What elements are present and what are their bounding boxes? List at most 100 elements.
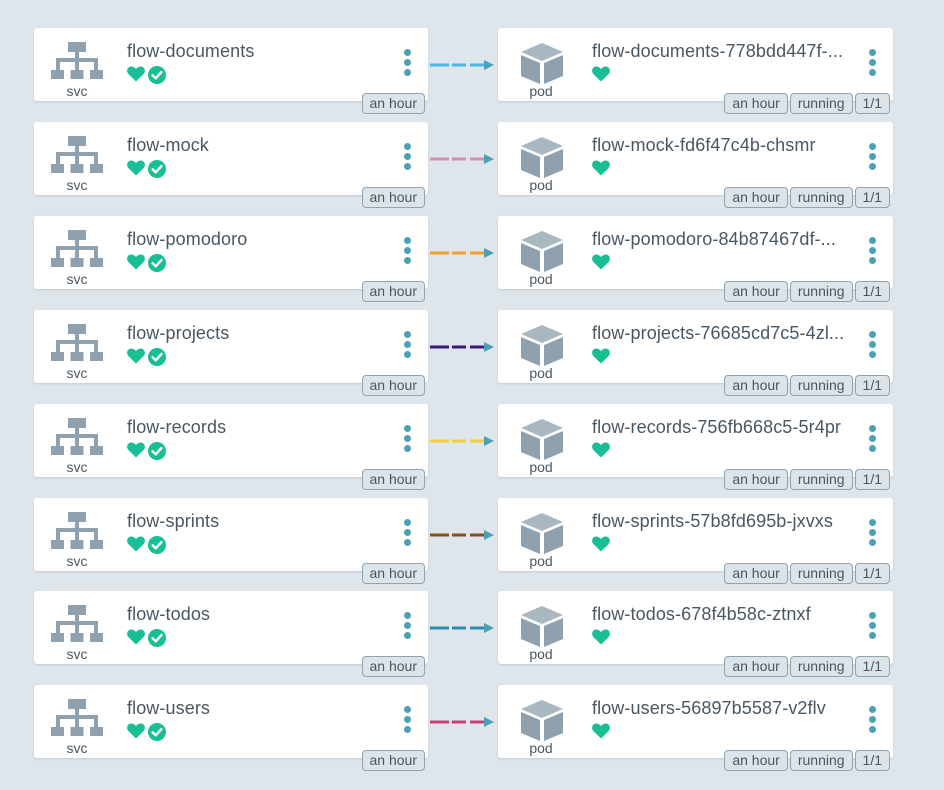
service-icon	[51, 229, 103, 270]
check-circle-icon	[148, 441, 166, 460]
service-node-flow-sprints[interactable]: svc flow-sprints an hour	[34, 497, 428, 584]
node-title: flow-records	[127, 416, 227, 437]
status-icons	[592, 442, 610, 460]
kebab-menu-icon[interactable]	[867, 518, 877, 549]
status-icons	[127, 629, 166, 648]
ready-count-badge: 1/1	[854, 374, 890, 396]
service-icon	[51, 42, 103, 82]
age-badge: an hour	[724, 750, 788, 772]
node-title: flow-sprints-57b8fd695b-jxvxs	[592, 510, 834, 531]
node-kind-label: svc	[66, 552, 88, 569]
node-tags: an hour running 1/1	[724, 374, 890, 396]
kebab-menu-icon[interactable]	[867, 49, 877, 79]
kebab-menu-icon[interactable]	[867, 330, 877, 361]
pod-node-flow-pomodoro[interactable]: pod flow-pomodoro-84b87467df-... an hour ru…	[498, 215, 893, 302]
tree-row: svc flow-projects an hour pod flow-projects…	[0, 309, 944, 396]
tree-row: svc flow-documents an hour pod flow-documen…	[0, 28, 944, 114]
pod-cube-icon	[518, 417, 566, 461]
kebab-menu-icon[interactable]	[402, 142, 412, 173]
check-circle-icon	[148, 347, 166, 366]
age-badge: an hour	[361, 468, 425, 490]
kebab-menu-icon[interactable]	[402, 330, 412, 361]
check-circle-icon	[148, 253, 166, 272]
kebab-menu-icon[interactable]	[402, 706, 412, 736]
node-kind-label: pod	[529, 83, 553, 99]
ready-count-badge: 1/1	[854, 656, 890, 678]
pod-node-flow-sprints[interactable]: pod flow-sprints-57b8fd695b-jxvxs an hour r…	[498, 497, 893, 584]
node-title: flow-documents	[127, 41, 255, 61]
heart-icon	[127, 442, 145, 460]
node-tags: an hour running 1/1	[724, 468, 890, 490]
node-kind-label: svc	[66, 270, 88, 287]
node-kind-label: pod	[529, 458, 553, 475]
node-tags: an hour running 1/1	[724, 186, 890, 208]
status-icons	[127, 535, 166, 554]
age-badge: an hour	[361, 562, 425, 584]
heart-icon	[127, 66, 145, 84]
ready-count-badge: 1/1	[854, 280, 890, 302]
age-badge: an hour	[724, 280, 788, 302]
tree-row: svc flow-mock an hour pod flow-mock-fd6f47c…	[0, 121, 944, 208]
node-kind-label: pod	[529, 646, 553, 663]
node-tags: an hour running 1/1	[724, 280, 890, 302]
kebab-menu-icon[interactable]	[867, 424, 877, 455]
node-tags: an hour	[361, 280, 425, 302]
kebab-menu-icon[interactable]	[402, 518, 412, 549]
pod-node-flow-users[interactable]: pod flow-users-56897b5587-v2flv an hour run…	[498, 685, 893, 772]
kebab-menu-icon[interactable]	[867, 142, 877, 173]
status-icons	[127, 441, 166, 460]
check-circle-icon	[148, 629, 166, 648]
node-title: flow-projects	[127, 322, 230, 343]
pod-cube-icon	[518, 604, 566, 648]
pod-node-flow-mock[interactable]: pod flow-mock-fd6f47c4b-chsmr an hour runni…	[498, 121, 893, 208]
phase-badge: running	[789, 656, 853, 678]
heart-icon	[127, 348, 145, 366]
service-node-flow-users[interactable]: svc flow-users an hour	[34, 685, 428, 772]
heart-icon	[592, 629, 610, 647]
pod-node-flow-projects[interactable]: pod flow-projects-76685cd7c5-4zl... an hou…	[498, 309, 893, 396]
kebab-menu-icon[interactable]	[402, 612, 412, 642]
heart-icon	[592, 254, 610, 272]
check-circle-icon	[148, 159, 166, 178]
node-kind-label: svc	[66, 458, 88, 475]
service-node-flow-mock[interactable]: svc flow-mock an hour	[34, 121, 428, 208]
node-kind-label: pod	[529, 740, 553, 757]
pod-cube-icon	[518, 698, 566, 742]
service-node-flow-documents[interactable]: svc flow-documents an hour	[34, 28, 428, 114]
node-tags: an hour	[361, 374, 425, 396]
kebab-menu-icon[interactable]	[402, 236, 412, 267]
node-title: flow-todos-678f4b58c-ztnxf	[592, 604, 811, 625]
pod-node-flow-records[interactable]: pod flow-records-756fb668c5-5r4pr an hour r…	[498, 403, 893, 490]
kebab-menu-icon[interactable]	[402, 424, 412, 455]
service-icon	[51, 323, 103, 364]
ready-count-badge: 1/1	[854, 750, 890, 772]
node-title: flow-mock	[127, 134, 209, 155]
phase-badge: running	[789, 374, 853, 396]
node-kind-label: pod	[529, 270, 553, 287]
phase-badge: running	[789, 93, 853, 114]
service-node-flow-projects[interactable]: svc flow-projects an hour	[34, 309, 428, 396]
pod-cube-icon	[518, 41, 566, 85]
node-kind-label: pod	[529, 176, 553, 193]
kebab-menu-icon[interactable]	[867, 612, 877, 642]
age-badge: an hour	[724, 562, 788, 584]
pod-node-flow-documents[interactable]: pod flow-documents-778bdd447f-... an hour r…	[498, 28, 893, 114]
service-node-flow-pomodoro[interactable]: svc flow-pomodoro an hour	[34, 215, 428, 302]
status-icons	[592, 254, 610, 272]
node-title: flow-pomodoro	[127, 228, 248, 249]
kebab-menu-icon[interactable]	[867, 236, 877, 267]
kebab-menu-icon[interactable]	[867, 706, 877, 736]
node-title: flow-users	[127, 698, 211, 719]
check-circle-icon	[148, 723, 166, 742]
tree-row: svc flow-users an hour pod flow-users-56897…	[0, 685, 944, 772]
status-icons	[592, 723, 610, 741]
service-node-flow-todos[interactable]: svc flow-todos an hour	[34, 591, 428, 678]
phase-badge: running	[789, 562, 853, 584]
kebab-menu-icon[interactable]	[402, 49, 412, 79]
tree-row: svc flow-pomodoro an hour pod flow-pomodoro…	[0, 215, 944, 302]
pod-cube-icon	[518, 323, 566, 367]
pod-node-flow-todos[interactable]: pod flow-todos-678f4b58c-ztnxf an hour runn…	[498, 591, 893, 678]
service-node-flow-records[interactable]: svc flow-records an hour	[34, 403, 428, 490]
age-badge: an hour	[361, 93, 425, 114]
heart-icon	[127, 723, 145, 741]
